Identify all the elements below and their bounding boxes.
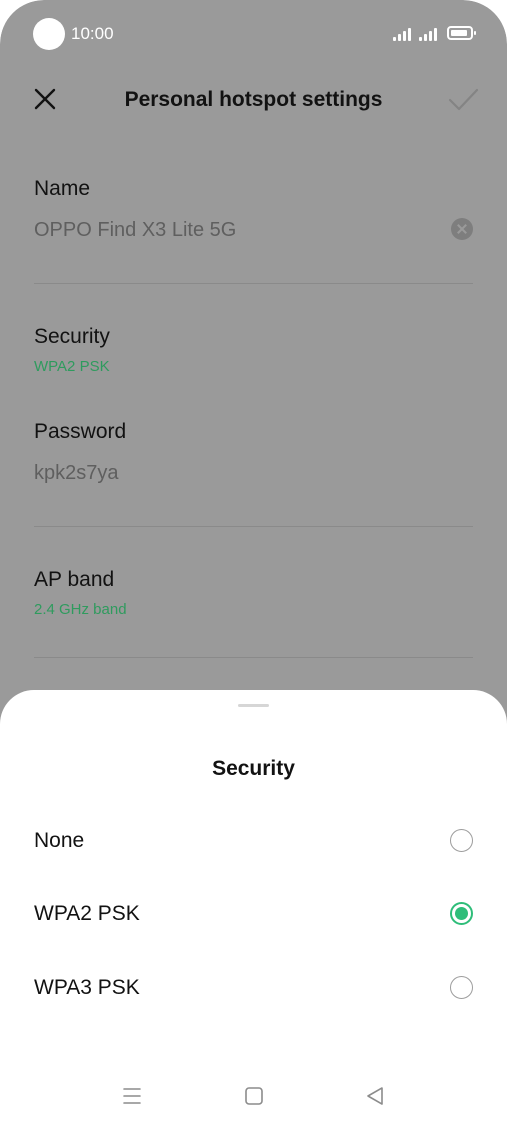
sheet-title: Security bbox=[212, 757, 295, 780]
divider bbox=[34, 657, 473, 658]
home-square-icon bbox=[245, 1087, 263, 1105]
phone-screen: 10:00 Personal hotspot settings Name OPP… bbox=[0, 0, 507, 1128]
signal-icon-2 bbox=[419, 27, 439, 41]
ap-band-label[interactable]: AP band bbox=[34, 568, 114, 592]
header-bar: Personal hotspot settings bbox=[0, 72, 507, 128]
back-triangle-icon bbox=[367, 1087, 383, 1105]
signal-icon bbox=[393, 27, 413, 41]
option-label: WPA2 PSK bbox=[34, 902, 140, 925]
option-wpa2-psk[interactable]: WPA2 PSK bbox=[0, 884, 507, 944]
front-camera-cutout bbox=[33, 18, 65, 50]
divider bbox=[34, 526, 473, 527]
security-bottom-sheet: Security None WPA2 PSK WPA3 PSK bbox=[0, 690, 507, 1128]
radio-unselected-icon[interactable] bbox=[450, 976, 473, 999]
battery-icon bbox=[447, 26, 476, 40]
option-none[interactable]: None bbox=[0, 811, 507, 871]
menu-icon bbox=[123, 1088, 141, 1104]
status-bar: 10:00 bbox=[0, 0, 507, 66]
security-label[interactable]: Security bbox=[34, 325, 110, 349]
sheet-drag-handle[interactable] bbox=[238, 704, 269, 707]
radio-unselected-icon[interactable] bbox=[450, 829, 473, 852]
password-input[interactable]: kpk2s7ya bbox=[34, 462, 119, 485]
name-input[interactable]: OPPO Find X3 Lite 5G bbox=[34, 219, 236, 242]
home-button[interactable] bbox=[242, 1084, 266, 1108]
status-time: 10:00 bbox=[71, 24, 114, 43]
back-button[interactable] bbox=[363, 1084, 387, 1108]
checkmark-icon bbox=[448, 88, 479, 111]
option-wpa3-psk[interactable]: WPA3 PSK bbox=[0, 958, 507, 1018]
page-title: Personal hotspot settings bbox=[124, 88, 383, 111]
divider bbox=[34, 283, 473, 284]
ap-band-value: 2.4 GHz band bbox=[34, 601, 127, 618]
option-label: None bbox=[34, 829, 85, 852]
radio-selected-icon[interactable] bbox=[450, 902, 473, 925]
clear-text-icon[interactable] bbox=[451, 218, 473, 240]
option-label: WPA3 PSK bbox=[34, 976, 140, 999]
confirm-button[interactable] bbox=[446, 84, 480, 114]
navigation-bar bbox=[0, 1070, 507, 1128]
name-label: Name bbox=[34, 177, 91, 200]
password-label: Password bbox=[34, 420, 127, 443]
recent-apps-button[interactable] bbox=[120, 1084, 144, 1108]
security-value: WPA2 PSK bbox=[34, 358, 110, 375]
